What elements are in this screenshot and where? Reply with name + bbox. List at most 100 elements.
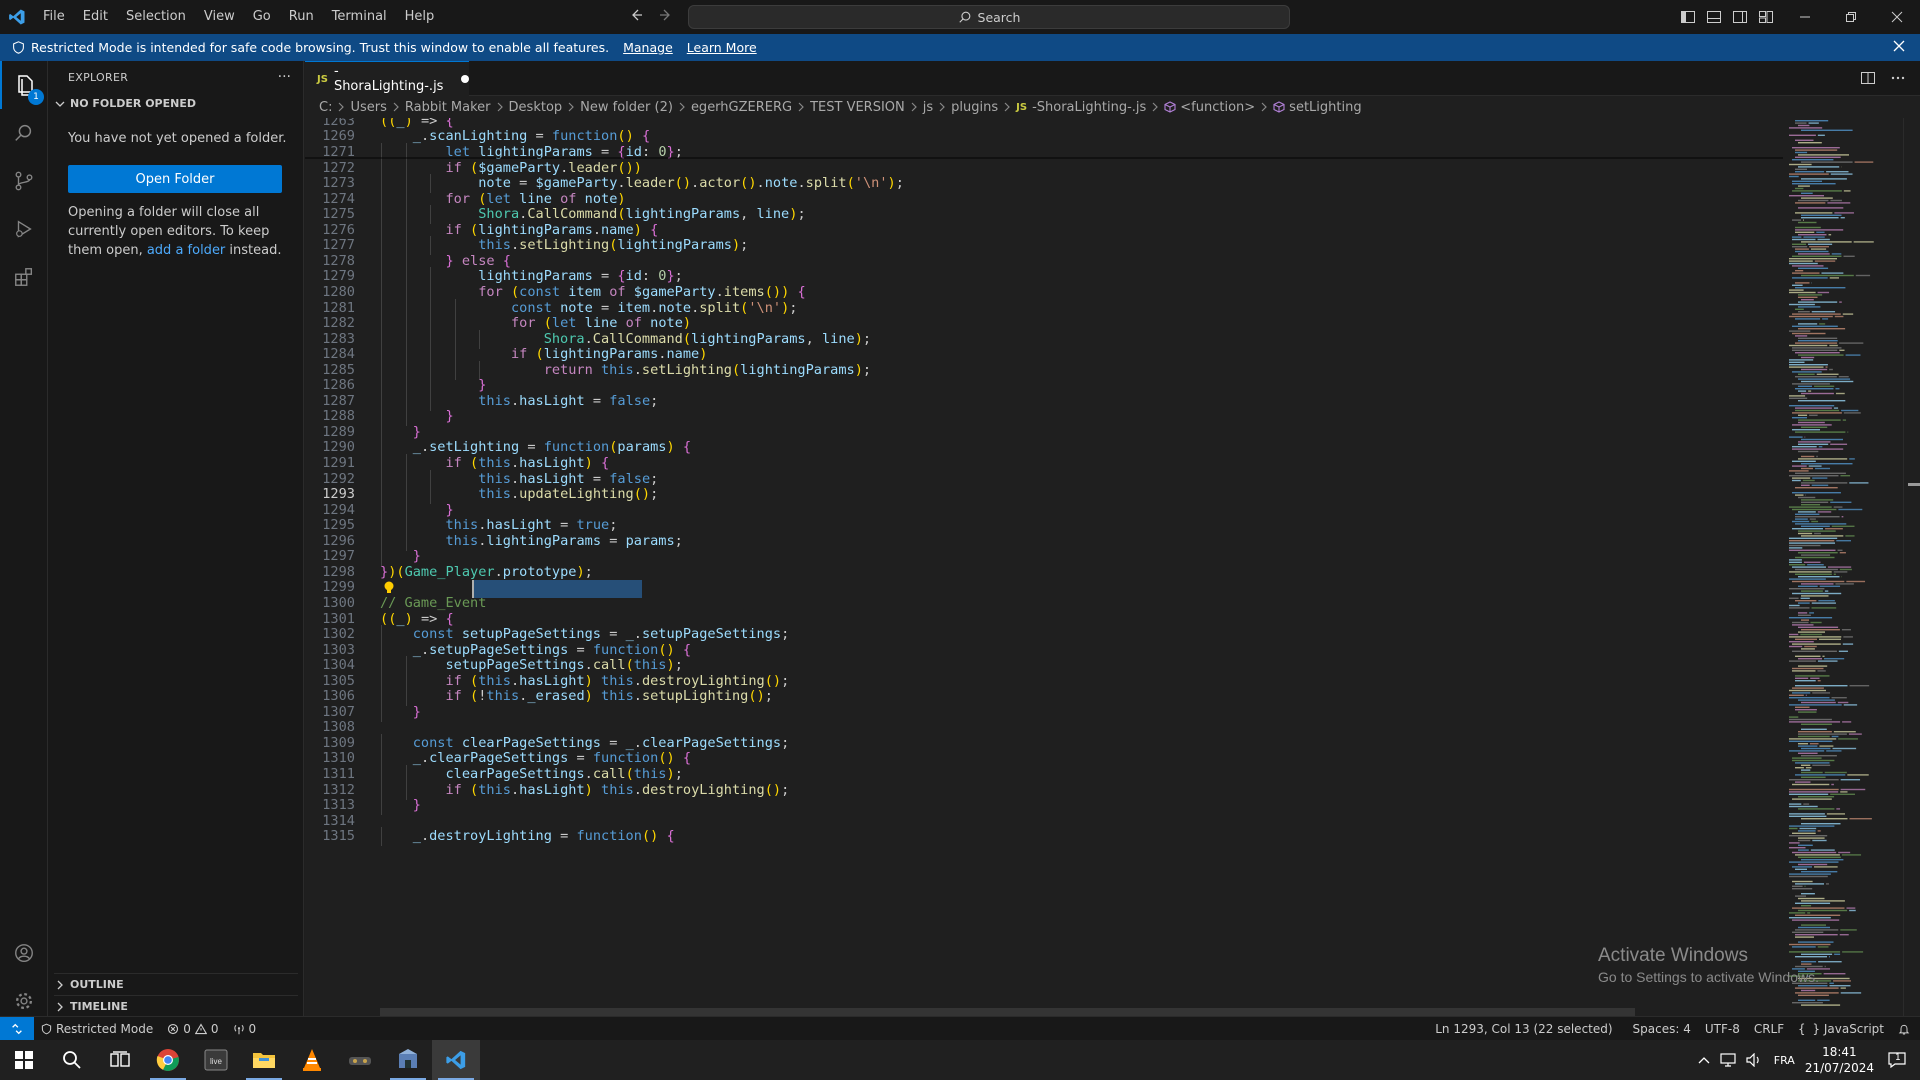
code-line[interactable]: 1315 _.destroyLighting = function() { (305, 827, 1783, 847)
no-folder-message: You have not yet opened a folder. (68, 131, 287, 146)
chevron-up-icon[interactable] (1698, 1055, 1710, 1065)
horizontal-scrollbar[interactable] (380, 1008, 1635, 1016)
tab-shoralighting[interactable]: JS -ShoraLighting-.js (305, 61, 469, 96)
manage-link[interactable]: Manage (623, 40, 673, 55)
search-icon (958, 10, 972, 24)
no-folder-section-header[interactable]: NO FOLDER OPENED (54, 97, 196, 110)
explorer-sidebar: EXPLORER ··· NO FOLDER OPENED You have n… (48, 61, 304, 1024)
problems-indicator[interactable]: 0 0 (160, 1017, 225, 1041)
breadcrumb-file[interactable]: -ShoraLighting-.js (1032, 100, 1146, 115)
learn-more-link[interactable]: Learn More (687, 40, 757, 55)
command-center-search[interactable]: Search (688, 5, 1290, 29)
breadcrumb-symbol[interactable]: setLighting (1289, 100, 1361, 115)
menu-help[interactable]: Help (396, 0, 444, 34)
live-app-icon[interactable]: live (192, 1040, 240, 1080)
breadcrumb-symbol[interactable]: <function> (1180, 100, 1255, 115)
menu-selection[interactable]: Selection (117, 0, 195, 34)
unsaved-dot-icon[interactable] (461, 75, 469, 83)
breadcrumb-item[interactable]: js (923, 100, 933, 115)
minimap[interactable] (1783, 118, 1903, 1016)
indentation[interactable]: Spaces: 4 (1626, 1017, 1698, 1041)
file-explorer-icon[interactable] (240, 1040, 288, 1080)
task-view-icon[interactable] (96, 1040, 144, 1080)
extensions-icon[interactable] (0, 253, 48, 301)
remote-indicator-icon[interactable] (0, 1016, 34, 1041)
input-language[interactable]: FRA (1774, 1054, 1795, 1067)
toggle-secondary-sidebar-icon[interactable] (1732, 9, 1748, 25)
watermark-title: Activate Windows (1598, 945, 1748, 966)
open-folder-button[interactable]: Open Folder (68, 165, 282, 193)
customize-layout-icon[interactable] (1758, 9, 1774, 25)
volume-icon[interactable] (1746, 1053, 1762, 1067)
breadcrumb: C: Users Rabbit Maker Desktop New folder (2)… (305, 96, 1920, 118)
vscode-taskbar-icon[interactable] (432, 1040, 480, 1080)
run-and-debug-icon[interactable] (0, 205, 48, 253)
sticky-scroll-shadow (305, 157, 1783, 159)
breadcrumb-item[interactable]: Users (350, 100, 386, 115)
menu-file[interactable]: File (34, 0, 74, 34)
activity-bar: 1 (0, 61, 48, 1024)
activate-windows-watermark: Activate Windows Go to Settings to activ… (1598, 945, 1819, 985)
split-editor-icon[interactable] (1860, 70, 1876, 86)
clock[interactable]: 18:41 21/07/2024 (1805, 1044, 1874, 1076)
lightbulb-icon[interactable] (383, 580, 395, 596)
breadcrumb-item[interactable]: New folder (2) (580, 100, 673, 115)
clock-date: 21/07/2024 (1804, 1061, 1874, 1075)
vertical-scrollbar[interactable] (1903, 118, 1920, 1016)
menu-run[interactable]: Run (280, 0, 323, 34)
ports-indicator[interactable]: 0 (226, 1017, 264, 1041)
rpg-maker-icon[interactable] (384, 1040, 432, 1080)
more-actions-icon[interactable]: ··· (278, 69, 291, 85)
toggle-panel-icon[interactable] (1706, 9, 1722, 25)
outline-label: OUTLINE (70, 978, 124, 991)
search-icon[interactable] (0, 109, 48, 157)
outline-section-header[interactable]: OUTLINE (54, 973, 298, 991)
accounts-icon[interactable] (0, 929, 48, 977)
minimize-button[interactable] (1782, 0, 1828, 34)
forward-arrow-icon[interactable] (658, 7, 674, 23)
restricted-mode-label: Restricted Mode (56, 1021, 154, 1036)
menu-terminal[interactable]: Terminal (323, 0, 396, 34)
cursor-position[interactable]: Ln 1293, Col 13 (22 selected) (1428, 1017, 1619, 1041)
vlc-icon[interactable] (288, 1040, 336, 1080)
timeline-section-header[interactable]: TIMELINE (54, 995, 298, 1013)
restricted-mode-indicator[interactable]: Restricted Mode (34, 1017, 160, 1041)
js-file-icon: JS (1016, 101, 1028, 113)
add-folder-link[interactable]: add a folder (147, 243, 225, 258)
language-label: JavaScript (1823, 1022, 1884, 1036)
game-app-icon[interactable] (336, 1040, 384, 1080)
end-of-line[interactable]: CRLF (1747, 1017, 1791, 1041)
chrome-icon[interactable] (144, 1040, 192, 1080)
notifications-icon[interactable]: 1 (1888, 1052, 1906, 1068)
network-icon[interactable] (1720, 1053, 1736, 1067)
breadcrumb-item[interactable]: TEST VERSION (810, 100, 905, 115)
breadcrumb-item[interactable]: Desktop (509, 100, 563, 115)
back-arrow-icon[interactable] (628, 7, 644, 23)
error-count: 0 (183, 1021, 191, 1036)
restore-button[interactable] (1828, 0, 1874, 34)
close-window-button[interactable] (1874, 0, 1920, 34)
toggle-primary-sidebar-icon[interactable] (1680, 9, 1696, 25)
shield-icon (12, 41, 25, 54)
menu-view[interactable]: View (195, 0, 244, 34)
menu-edit[interactable]: Edit (74, 0, 117, 34)
bell-icon[interactable] (1891, 1017, 1920, 1041)
breadcrumb-item[interactable]: egerhGZERERG (691, 100, 792, 115)
vscode-logo-icon (0, 0, 34, 34)
source-control-icon[interactable] (0, 157, 48, 205)
windows-start-icon[interactable] (0, 1040, 48, 1080)
explorer-title: EXPLORER (68, 71, 129, 84)
breadcrumb-item[interactable]: C: (319, 100, 332, 115)
chevron-right-icon (567, 102, 575, 112)
close-icon[interactable] (1892, 39, 1906, 53)
code-editor[interactable]: 1263 ((_) => {1269 _.scanLighting = funct… (305, 118, 1783, 1016)
chevron-right-icon (1151, 102, 1159, 112)
more-actions-icon[interactable] (1890, 70, 1906, 86)
search-icon[interactable] (48, 1040, 96, 1080)
breadcrumb-item[interactable]: Rabbit Maker (405, 100, 491, 115)
explorer-icon[interactable]: 1 (0, 61, 48, 109)
language-mode[interactable]: { } JavaScript (1791, 1017, 1891, 1041)
encoding[interactable]: UTF-8 (1698, 1017, 1747, 1041)
menu-go[interactable]: Go (244, 0, 280, 34)
breadcrumb-item[interactable]: plugins (951, 100, 998, 115)
